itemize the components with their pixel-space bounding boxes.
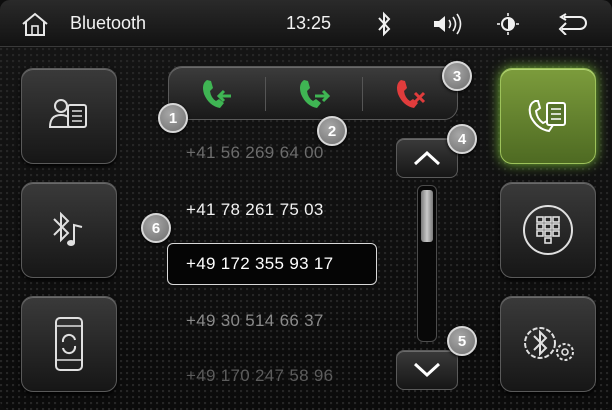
call-list-icon <box>528 100 566 133</box>
bluetooth-icon <box>374 0 394 47</box>
callout-badge: 6 <box>141 213 171 243</box>
keypad-icon <box>523 205 573 255</box>
volume-icon[interactable] <box>430 0 466 47</box>
list-item-selected-label: +49 172 355 93 17 <box>186 254 334 273</box>
back-icon[interactable] <box>554 0 590 47</box>
outgoing-calls-button[interactable] <box>266 67 362 121</box>
bluetooth-music-button[interactable] <box>21 182 117 278</box>
page-title: Bluetooth <box>70 13 147 33</box>
list-item[interactable]: +41 78 261 75 03 <box>186 200 324 220</box>
screen: Bluetooth 13:25 +41 56 269 64 00 +41 78 … <box>0 0 612 410</box>
incoming-call-icon <box>203 80 231 108</box>
callout-badge: 2 <box>317 116 347 146</box>
callout-badge: 5 <box>447 326 477 356</box>
missed-call-icon <box>397 80 426 108</box>
phone-sync-icon <box>55 317 83 371</box>
phone-sync-button[interactable] <box>21 296 117 392</box>
keypad-button[interactable] <box>500 182 596 278</box>
bluetooth-settings-button[interactable] <box>500 296 596 392</box>
scroll-thumb[interactable] <box>421 190 433 242</box>
bluetooth-settings-icon <box>524 327 574 361</box>
brightness-icon[interactable] <box>496 0 520 47</box>
list-item[interactable]: +49 170 247 58 96 <box>186 366 333 386</box>
outgoing-call-icon <box>300 80 331 108</box>
callout-badge: 1 <box>158 103 188 133</box>
chevron-up-icon <box>413 150 441 166</box>
call-type-selector <box>168 66 458 120</box>
callout-badge: 3 <box>442 61 472 91</box>
callout-badge: 4 <box>447 124 477 154</box>
list-item[interactable]: +41 56 269 64 00 <box>186 143 324 163</box>
clock: 13:25 <box>286 13 332 33</box>
scrollbar[interactable] <box>417 185 437 342</box>
contacts-icon <box>48 99 87 128</box>
call-list-button[interactable] <box>500 68 596 164</box>
chevron-down-icon <box>413 362 441 378</box>
home-icon[interactable] <box>14 0 56 47</box>
bluetooth-music-icon <box>53 211 83 246</box>
scroll-down-button[interactable] <box>396 350 458 390</box>
contacts-button[interactable] <box>21 68 117 164</box>
status-bar: Bluetooth 13:25 <box>0 0 612 47</box>
list-item[interactable]: +49 30 514 66 37 <box>186 311 324 331</box>
